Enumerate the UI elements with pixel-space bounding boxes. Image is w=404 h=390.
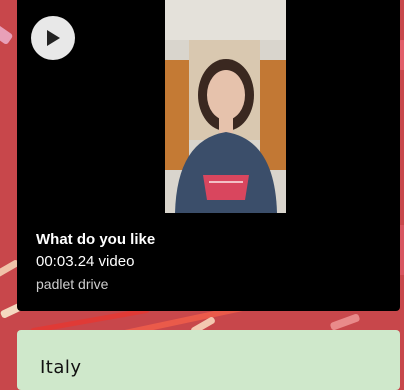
next-post-card[interactable]: Italy (17, 330, 400, 390)
video-thumbnail[interactable] (165, 0, 286, 213)
play-icon (47, 30, 60, 46)
video-post-card[interactable]: What do you like 00:03.24 video padlet d… (17, 0, 400, 311)
video-duration-label: 00:03.24 video (36, 253, 135, 270)
post-title: What do you like (36, 231, 156, 248)
next-post-title: Italy (40, 357, 82, 378)
source-label: padlet drive (36, 276, 109, 292)
person-thumbnail-image (165, 0, 286, 213)
play-button[interactable] (31, 16, 75, 60)
